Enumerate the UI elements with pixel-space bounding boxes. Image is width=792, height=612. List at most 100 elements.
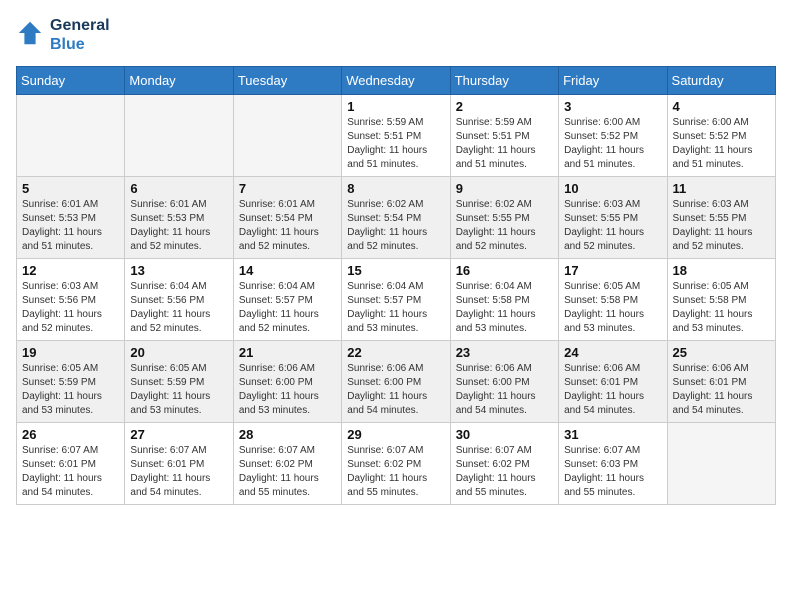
day-number: 5	[22, 181, 119, 196]
day-info: Sunrise: 6:06 AM Sunset: 6:01 PM Dayligh…	[564, 362, 661, 418]
calendar-cell: 30Sunrise: 6:07 AM Sunset: 6:02 PM Dayli…	[450, 423, 558, 505]
day-number: 26	[22, 427, 119, 442]
day-info: Sunrise: 6:05 AM Sunset: 5:58 PM Dayligh…	[673, 280, 770, 336]
calendar-cell: 14 Sunrise: 6:04 AM Sunset: 5:57 PM Dayli…	[233, 259, 341, 341]
calendar-cell: 12 Sunrise: 6:03 AM Sunset: 5:56 PM Dayli…	[17, 259, 125, 341]
day-number: 16	[456, 263, 553, 278]
day-number: 10	[564, 181, 661, 196]
day-info: Sunrise: 5:59 AM Sunset: 5:51 PM Dayligh…	[456, 116, 553, 172]
day-info: Sunrise: 6:06 AM Sunset: 6:00 PM Dayligh…	[347, 362, 444, 418]
calendar-cell: 3Sunrise: 6:00 AM Sunset: 5:52 PM Daylig…	[559, 95, 667, 177]
day-number: 15	[347, 263, 444, 278]
day-number: 4	[673, 99, 770, 114]
day-info: Sunrise: 6:04 AM Sunset: 5:57 PM Dayligh…	[239, 280, 336, 336]
day-info: Sunrise: 6:03 AM Sunset: 5:55 PM Dayligh…	[673, 198, 770, 254]
day-info: Sunrise: 6:05 AM Sunset: 5:59 PM Dayligh…	[22, 362, 119, 418]
calendar-cell	[667, 423, 775, 505]
day-info: Sunrise: 6:07 AM Sunset: 6:02 PM Dayligh…	[239, 444, 336, 500]
day-number: 7	[239, 181, 336, 196]
day-number: 24	[564, 345, 661, 360]
weekday-header-sunday: Sunday	[17, 67, 125, 95]
day-number: 28	[239, 427, 336, 442]
day-info: Sunrise: 5:59 AM Sunset: 5:51 PM Dayligh…	[347, 116, 444, 172]
day-number: 13	[130, 263, 227, 278]
day-info: Sunrise: 6:00 AM Sunset: 5:52 PM Dayligh…	[673, 116, 770, 172]
weekday-header-tuesday: Tuesday	[233, 67, 341, 95]
calendar-cell: 9 Sunrise: 6:02 AM Sunset: 5:55 PM Daylig…	[450, 177, 558, 259]
day-info: Sunrise: 6:06 AM Sunset: 6:01 PM Dayligh…	[673, 362, 770, 418]
day-info: Sunrise: 6:02 AM Sunset: 5:55 PM Dayligh…	[456, 198, 553, 254]
day-number: 17	[564, 263, 661, 278]
calendar-cell: 6 Sunrise: 6:01 AM Sunset: 5:53 PM Daylig…	[125, 177, 233, 259]
day-number: 27	[130, 427, 227, 442]
day-info: Sunrise: 6:06 AM Sunset: 6:00 PM Dayligh…	[456, 362, 553, 418]
calendar-cell: 1 Sunrise: 5:59 AM Sunset: 5:51 PM Daylig…	[342, 95, 450, 177]
day-info: Sunrise: 6:01 AM Sunset: 5:54 PM Dayligh…	[239, 198, 336, 254]
calendar-cell: 5 Sunrise: 6:01 AM Sunset: 5:53 PM Daylig…	[17, 177, 125, 259]
day-info: Sunrise: 6:04 AM Sunset: 5:57 PM Dayligh…	[347, 280, 444, 336]
day-info: Sunrise: 6:07 AM Sunset: 6:01 PM Dayligh…	[22, 444, 119, 500]
day-number: 9	[456, 181, 553, 196]
calendar-cell: 27 Sunrise: 6:07 AM Sunset: 6:01 PM Dayli…	[125, 423, 233, 505]
day-info: Sunrise: 6:07 AM Sunset: 6:02 PM Dayligh…	[456, 444, 553, 500]
day-number: 2	[456, 99, 553, 114]
day-number: 6	[130, 181, 227, 196]
day-info: Sunrise: 6:01 AM Sunset: 5:53 PM Dayligh…	[130, 198, 227, 254]
logo-icon	[16, 19, 44, 47]
day-number: 21	[239, 345, 336, 360]
day-number: 23	[456, 345, 553, 360]
day-info: Sunrise: 6:03 AM Sunset: 5:56 PM Dayligh…	[22, 280, 119, 336]
day-info: Sunrise: 6:00 AM Sunset: 5:52 PM Dayligh…	[564, 116, 661, 172]
weekday-header-saturday: Saturday	[667, 67, 775, 95]
day-info: Sunrise: 6:07 AM Sunset: 6:02 PM Dayligh…	[347, 444, 444, 500]
day-number: 18	[673, 263, 770, 278]
calendar-cell: 23 Sunrise: 6:06 AM Sunset: 6:00 PM Dayli…	[450, 341, 558, 423]
calendar-cell: 8 Sunrise: 6:02 AM Sunset: 5:54 PM Daylig…	[342, 177, 450, 259]
day-number: 31	[564, 427, 661, 442]
day-number: 14	[239, 263, 336, 278]
day-number: 29	[347, 427, 444, 442]
page-header: GeneralBlue	[16, 16, 776, 54]
day-info: Sunrise: 6:02 AM Sunset: 5:54 PM Dayligh…	[347, 198, 444, 254]
calendar-cell: 28 Sunrise: 6:07 AM Sunset: 6:02 PM Dayli…	[233, 423, 341, 505]
day-info: Sunrise: 6:01 AM Sunset: 5:53 PM Dayligh…	[22, 198, 119, 254]
calendar-cell: 16 Sunrise: 6:04 AM Sunset: 5:58 PM Dayli…	[450, 259, 558, 341]
day-number: 19	[22, 345, 119, 360]
logo: GeneralBlue	[16, 16, 110, 54]
day-number: 22	[347, 345, 444, 360]
calendar-cell: 24 Sunrise: 6:06 AM Sunset: 6:01 PM Dayli…	[559, 341, 667, 423]
calendar-cell: 22 Sunrise: 6:06 AM Sunset: 6:00 PM Dayli…	[342, 341, 450, 423]
day-info: Sunrise: 6:05 AM Sunset: 5:58 PM Dayligh…	[564, 280, 661, 336]
calendar-cell: 31Sunrise: 6:07 AM Sunset: 6:03 PM Dayli…	[559, 423, 667, 505]
day-info: Sunrise: 6:03 AM Sunset: 5:55 PM Dayligh…	[564, 198, 661, 254]
day-number: 11	[673, 181, 770, 196]
calendar-cell: 15 Sunrise: 6:04 AM Sunset: 5:57 PM Dayli…	[342, 259, 450, 341]
calendar-table: SundayMondayTuesdayWednesdayThursdayFrid…	[16, 66, 776, 505]
day-number: 12	[22, 263, 119, 278]
weekday-header-monday: Monday	[125, 67, 233, 95]
weekday-header-wednesday: Wednesday	[342, 67, 450, 95]
day-number: 25	[673, 345, 770, 360]
day-info: Sunrise: 6:04 AM Sunset: 5:56 PM Dayligh…	[130, 280, 227, 336]
calendar-cell: 4 Sunrise: 6:00 AM Sunset: 5:52 PM Daylig…	[667, 95, 775, 177]
day-number: 8	[347, 181, 444, 196]
day-number: 20	[130, 345, 227, 360]
day-info: Sunrise: 6:07 AM Sunset: 6:01 PM Dayligh…	[130, 444, 227, 500]
weekday-header-thursday: Thursday	[450, 67, 558, 95]
calendar-cell	[233, 95, 341, 177]
calendar-cell: 17 Sunrise: 6:05 AM Sunset: 5:58 PM Dayli…	[559, 259, 667, 341]
day-info: Sunrise: 6:06 AM Sunset: 6:00 PM Dayligh…	[239, 362, 336, 418]
calendar-cell	[125, 95, 233, 177]
calendar-cell: 21 Sunrise: 6:06 AM Sunset: 6:00 PM Dayli…	[233, 341, 341, 423]
weekday-header-friday: Friday	[559, 67, 667, 95]
calendar-cell: 2 Sunrise: 5:59 AM Sunset: 5:51 PM Daylig…	[450, 95, 558, 177]
calendar-cell: 26 Sunrise: 6:07 AM Sunset: 6:01 PM Dayli…	[17, 423, 125, 505]
day-number: 1	[347, 99, 444, 114]
calendar-cell: 20 Sunrise: 6:05 AM Sunset: 5:59 PM Dayli…	[125, 341, 233, 423]
day-info: Sunrise: 6:05 AM Sunset: 5:59 PM Dayligh…	[130, 362, 227, 418]
calendar-cell: 18 Sunrise: 6:05 AM Sunset: 5:58 PM Dayli…	[667, 259, 775, 341]
calendar-cell: 11 Sunrise: 6:03 AM Sunset: 5:55 PM Dayli…	[667, 177, 775, 259]
calendar-cell: 13 Sunrise: 6:04 AM Sunset: 5:56 PM Dayli…	[125, 259, 233, 341]
calendar-cell: 19 Sunrise: 6:05 AM Sunset: 5:59 PM Dayli…	[17, 341, 125, 423]
day-info: Sunrise: 6:04 AM Sunset: 5:58 PM Dayligh…	[456, 280, 553, 336]
